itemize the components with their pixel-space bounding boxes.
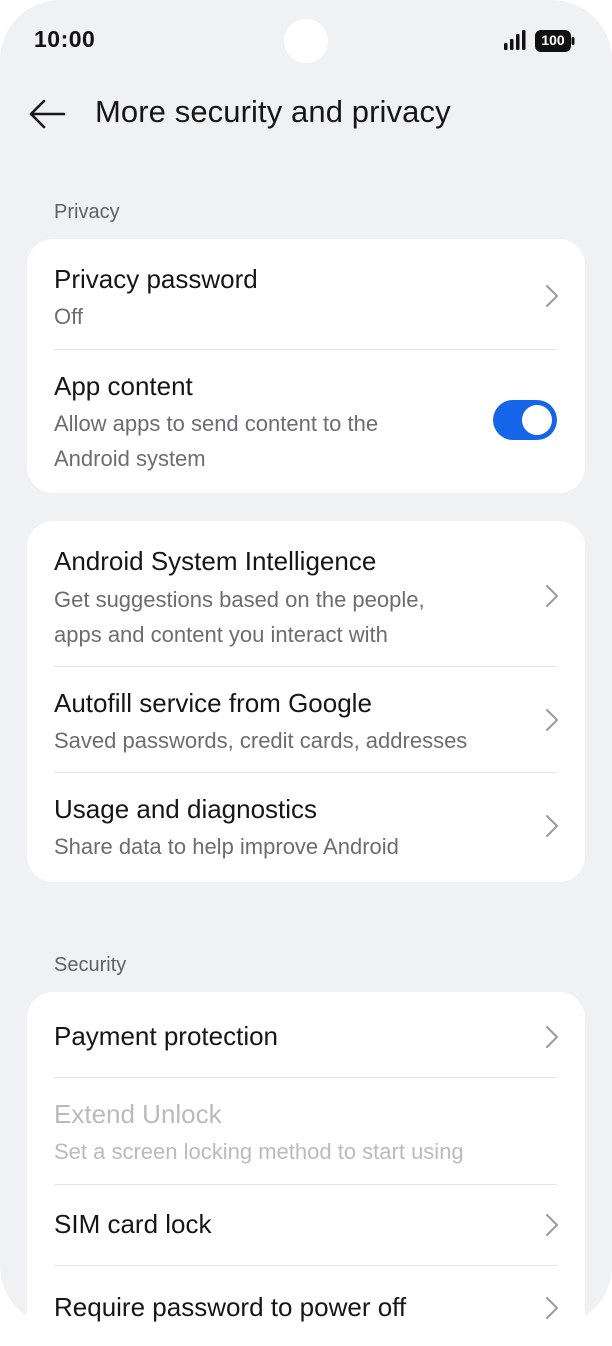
battery-icon: 100 <box>535 30 575 52</box>
usage-title: Usage and diagnostics <box>54 794 318 824</box>
chevron-right-icon <box>546 1214 558 1236</box>
android-system-intelligence-item[interactable]: Android System Intelligence Get suggesti… <box>27 521 585 666</box>
app-content-description-line1: Allow apps to send content to the <box>54 411 379 436</box>
sim-card-lock-item[interactable]: SIM card lock <box>27 1185 585 1265</box>
require-password-power-off-item[interactable]: Require password to power off <box>27 1266 585 1326</box>
chevron-right-icon <box>546 1026 558 1048</box>
signal-icon <box>504 30 526 50</box>
camera-cutout <box>284 19 328 63</box>
chevron-right-icon <box>546 815 558 837</box>
sim-card-lock-title: SIM card lock <box>54 1209 212 1239</box>
usage-description: Share data to help improve Android <box>54 834 399 859</box>
chevron-right-icon <box>546 1297 558 1319</box>
privacy-card: Privacy password Off App content Allow a… <box>27 239 585 493</box>
asi-description-line2: apps and content you interact with <box>54 622 388 647</box>
toggle-knob <box>522 405 552 435</box>
autofill-description: Saved passwords, credit cards, addresses <box>54 728 468 753</box>
status-time: 10:00 <box>34 26 96 52</box>
page-title: More security and privacy <box>95 94 451 129</box>
payment-protection-item[interactable]: Payment protection <box>27 992 585 1077</box>
back-button[interactable] <box>24 92 70 136</box>
privacy-password-item[interactable]: Privacy password Off <box>27 239 585 349</box>
require-password-power-off-title: Require password to power off <box>54 1292 407 1322</box>
chevron-right-icon <box>546 285 558 307</box>
status-bar: 10:00 100 <box>0 0 612 84</box>
asi-description-line1: Get suggestions based on the people, <box>54 587 425 612</box>
payment-protection-title: Payment protection <box>54 1021 279 1051</box>
chevron-right-icon <box>546 709 558 731</box>
chevron-right-icon <box>546 585 558 607</box>
arrow-left-icon <box>29 99 66 129</box>
services-card: Android System Intelligence Get suggesti… <box>27 521 585 882</box>
extend-unlock-title: Extend Unlock <box>54 1099 222 1129</box>
app-content-title: App content <box>54 371 193 401</box>
privacy-password-status: Off <box>54 304 83 329</box>
usage-diagnostics-item[interactable]: Usage and diagnostics Share data to help… <box>27 773 585 882</box>
app-content-toggle[interactable] <box>493 400 557 440</box>
autofill-item[interactable]: Autofill service from Google Saved passw… <box>27 667 585 772</box>
app-content-description-line2: Android system <box>54 446 206 471</box>
autofill-title: Autofill service from Google <box>54 688 372 718</box>
extend-unlock-item: Extend Unlock Set a screen locking metho… <box>27 1078 585 1184</box>
asi-title: Android System Intelligence <box>54 546 377 576</box>
battery-level: 100 <box>541 32 565 48</box>
section-label-privacy: Privacy <box>54 201 120 223</box>
phone-screen: 10:00 100 More security and privacy Priv… <box>0 0 612 1326</box>
extend-unlock-description: Set a screen locking method to start usi… <box>54 1139 464 1164</box>
section-label-security: Security <box>54 954 127 976</box>
app-content-item[interactable]: App content Allow apps to send content t… <box>27 350 585 493</box>
privacy-password-title: Privacy password <box>54 264 258 294</box>
security-card: Payment protection Extend Unlock Set a s… <box>27 992 585 1326</box>
